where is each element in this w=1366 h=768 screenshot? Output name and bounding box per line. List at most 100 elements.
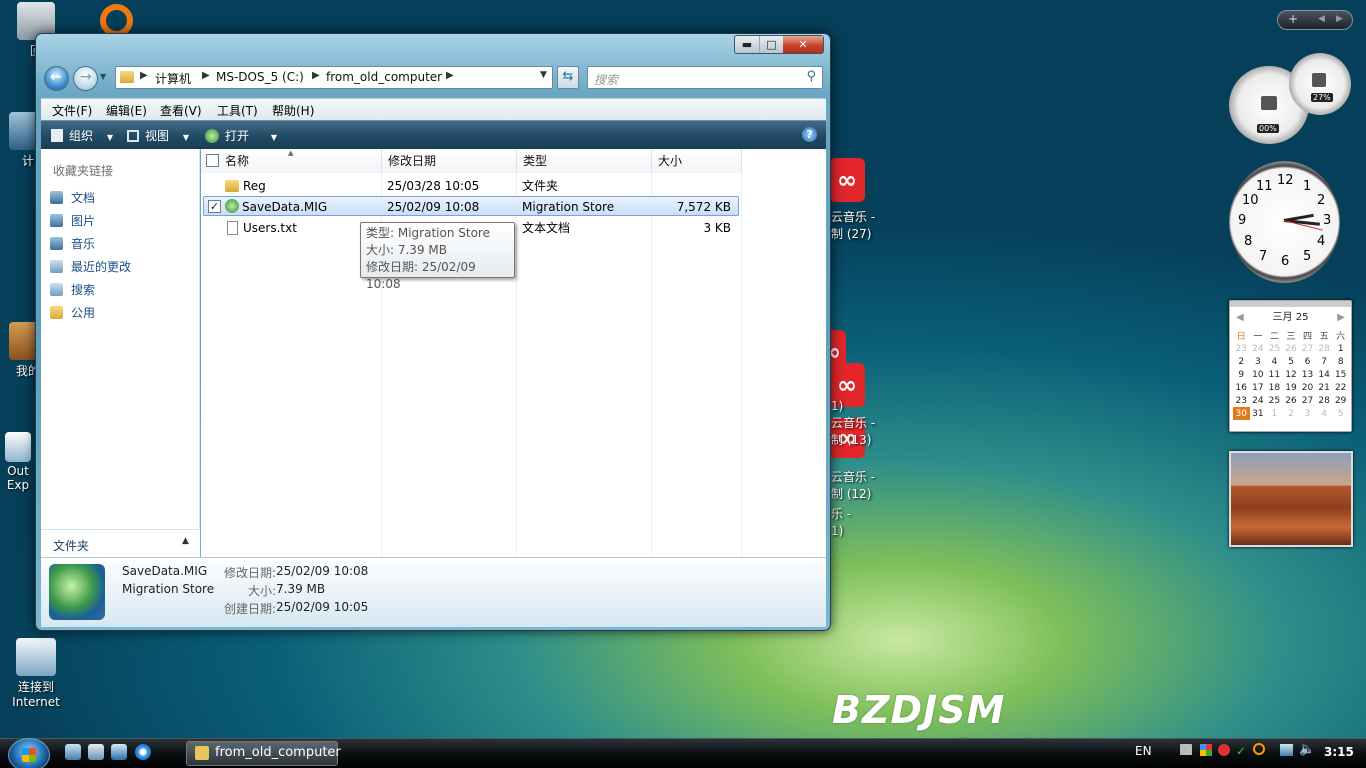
chevron-right-icon[interactable]: ▶ [446, 70, 454, 81]
vmware-tray-icon[interactable] [1180, 744, 1192, 755]
calendar-day[interactable]: 4 [1266, 355, 1283, 368]
calendar-day[interactable]: 19 [1283, 381, 1300, 394]
calendar-day[interactable]: 26 [1283, 342, 1300, 355]
nav-link-pictures[interactable]: 图片 [50, 212, 95, 229]
breadcrumb-folder[interactable]: from_old_computer [326, 70, 442, 84]
chevron-right-icon[interactable]: ▶ [140, 70, 148, 81]
nav-link-recent[interactable]: 最近的更改 [50, 258, 131, 275]
desktop-icon-connect-internet[interactable]: 连接到 Internet [4, 638, 68, 709]
calendar-day-today[interactable]: 30 [1233, 407, 1250, 420]
show-desktop-icon[interactable] [65, 744, 81, 760]
forward-button[interactable]: → [73, 66, 98, 91]
next-icon[interactable]: ▶ [1336, 14, 1343, 24]
calendar-day[interactable]: 23 [1233, 394, 1250, 407]
menu-file[interactable]: 文件(F) [52, 102, 92, 119]
column-header-type[interactable]: 类型 [517, 149, 652, 173]
nav-link-music[interactable]: 音乐 [50, 235, 95, 252]
nav-link-search[interactable]: 搜索 [50, 281, 95, 298]
table-row[interactable]: Reg 25/03/28 10:05 文件夹 [203, 176, 739, 196]
slideshow-gadget[interactable] [1229, 451, 1353, 547]
minimize-button[interactable]: ▬ [735, 36, 759, 53]
netease-music-icon[interactable]: ∞ [829, 158, 865, 202]
calendar-day[interactable]: 27 [1299, 342, 1316, 355]
calendar-day[interactable]: 28 [1316, 394, 1333, 407]
calendar-day[interactable]: 3 [1250, 355, 1267, 368]
nav-link-documents[interactable]: 文档 [50, 189, 95, 206]
language-indicator[interactable]: EN [1135, 744, 1152, 758]
calendar-day[interactable]: 9 [1233, 368, 1250, 381]
memory-meter-gadget[interactable]: 27% [1289, 53, 1351, 115]
search-input[interactable]: 搜索 ⚲ [587, 66, 823, 89]
calendar-prev-icon[interactable]: ◀ [1236, 307, 1244, 329]
select-all-checkbox[interactable] [206, 154, 219, 167]
network-icon[interactable] [111, 744, 127, 760]
calendar-day[interactable]: 1 [1266, 407, 1283, 420]
calendar-day[interactable]: 25 [1266, 342, 1283, 355]
calendar-day[interactable]: 15 [1332, 368, 1349, 381]
calendar-day[interactable]: 17 [1250, 381, 1267, 394]
calendar-day[interactable]: 3 [1299, 407, 1316, 420]
breadcrumb-computer[interactable]: 计算机 [155, 70, 191, 87]
calendar-gadget[interactable]: ◀ 三月 25 ▶ 日 一 二 三 四 五 六 23 24 25 26 27 2… [1229, 300, 1352, 432]
clock-gadget[interactable]: 12 1 2 3 4 5 6 7 8 9 10 11 [1229, 161, 1340, 283]
menu-tools[interactable]: 工具(T) [217, 102, 258, 119]
column-header-name[interactable]: 名称 ▲ [201, 149, 382, 173]
help-icon[interactable]: ? [802, 127, 817, 142]
calendar-day[interactable]: 22 [1332, 381, 1349, 394]
security-tray-icon[interactable] [1200, 744, 1212, 756]
views-button[interactable]: 视图 ▼ [127, 127, 189, 144]
calendar-next-icon[interactable]: ▶ [1337, 307, 1345, 329]
calendar-day[interactable]: 26 [1283, 394, 1300, 407]
taskbar-clock[interactable]: 3:15 [1324, 745, 1354, 759]
calendar-day[interactable]: 23 [1233, 342, 1250, 355]
calendar-day[interactable]: 24 [1250, 342, 1267, 355]
calendar-day[interactable]: 16 [1233, 381, 1250, 394]
search-tray-icon[interactable] [1253, 743, 1265, 755]
calendar-day[interactable]: 6 [1299, 355, 1316, 368]
back-button[interactable]: ← [44, 66, 69, 91]
nav-link-public[interactable]: 公用 [50, 304, 95, 321]
organize-button[interactable]: 组织 ▼ [51, 127, 113, 144]
menu-edit[interactable]: 编辑(E) [106, 102, 147, 119]
calendar-day[interactable]: 21 [1316, 381, 1333, 394]
calendar-day[interactable]: 13 [1299, 368, 1316, 381]
breadcrumb-drive[interactable]: MS-DOS_5 (C:) [216, 70, 304, 84]
calendar-day[interactable]: 29 [1332, 394, 1349, 407]
calendar-day[interactable]: 2 [1283, 407, 1300, 420]
switch-windows-icon[interactable] [88, 744, 104, 760]
error-tray-icon[interactable] [1218, 744, 1230, 756]
menu-view[interactable]: 查看(V) [160, 102, 202, 119]
calendar-day[interactable]: 25 [1266, 394, 1283, 407]
calendar-day[interactable]: 2 [1233, 355, 1250, 368]
history-dropdown-icon[interactable]: ▼ [100, 72, 106, 81]
calendar-day[interactable]: 20 [1299, 381, 1316, 394]
search-icon[interactable]: ⚲ [806, 69, 816, 84]
folders-toggle[interactable]: 文件夹 ▲ [41, 529, 200, 557]
internet-explorer-icon[interactable] [135, 744, 151, 760]
sidebar-control-bar[interactable]: + ◀ ▶ [1277, 10, 1353, 30]
column-header-size[interactable]: 大小 [652, 149, 742, 173]
network-tray-icon[interactable] [1280, 744, 1293, 756]
close-button[interactable]: ✕ [783, 36, 823, 53]
address-dropdown-icon[interactable]: ▼ [540, 70, 547, 80]
calendar-day[interactable]: 27 [1299, 394, 1316, 407]
calendar-day[interactable]: 7 [1316, 355, 1333, 368]
table-row-selected[interactable]: ✓ SaveData.MIG 25/02/09 10:08 Migration … [203, 196, 739, 216]
volume-tray-icon[interactable]: 🔈 [1299, 742, 1315, 757]
row-checkbox-checked[interactable]: ✓ [208, 200, 221, 213]
calendar-day[interactable]: 28 [1316, 342, 1333, 355]
desktop-icon-outlook-express[interactable]: Out Exp [0, 432, 38, 492]
open-button[interactable]: 打开 ▼ [205, 127, 277, 144]
calendar-day[interactable]: 5 [1283, 355, 1300, 368]
chevron-right-icon[interactable]: ▶ [202, 70, 210, 81]
calendar-day[interactable]: 4 [1316, 407, 1333, 420]
calendar-day[interactable]: 10 [1250, 368, 1267, 381]
calendar-day[interactable]: 12 [1283, 368, 1300, 381]
column-header-date[interactable]: 修改日期 [382, 149, 517, 173]
start-button[interactable] [8, 738, 50, 768]
add-gadget-icon[interactable]: + [1288, 12, 1298, 26]
calendar-day[interactable]: 8 [1332, 355, 1349, 368]
refresh-button[interactable]: ⇆ [557, 66, 579, 89]
calendar-day[interactable]: 14 [1316, 368, 1333, 381]
previous-icon[interactable]: ◀ [1318, 14, 1325, 24]
